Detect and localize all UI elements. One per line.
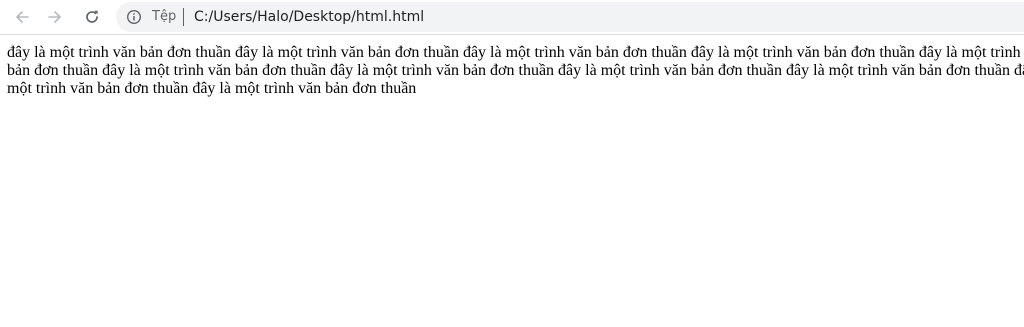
info-icon[interactable] (126, 9, 142, 25)
back-button[interactable] (8, 3, 36, 31)
browser-toolbar: Tệp C:/Users/Halo/Desktop/html.html (0, 0, 1024, 35)
site-info-label[interactable]: Tệp (152, 9, 176, 25)
url-text[interactable]: C:/Users/Halo/Desktop/html.html (194, 9, 424, 25)
arrow-left-icon (16, 11, 29, 23)
address-separator (183, 8, 184, 26)
page-content: đây là một trình văn bản đơn thuần đây l… (0, 36, 1024, 327)
forward-button[interactable] (41, 3, 69, 31)
arrow-right-icon (48, 11, 61, 23)
address-bar[interactable]: Tệp C:/Users/Halo/Desktop/html.html (116, 2, 1024, 32)
reload-icon (86, 10, 98, 23)
reload-button[interactable] (78, 3, 106, 31)
page-text: đây là một trình văn bản đơn thuần đây l… (7, 44, 1024, 97)
